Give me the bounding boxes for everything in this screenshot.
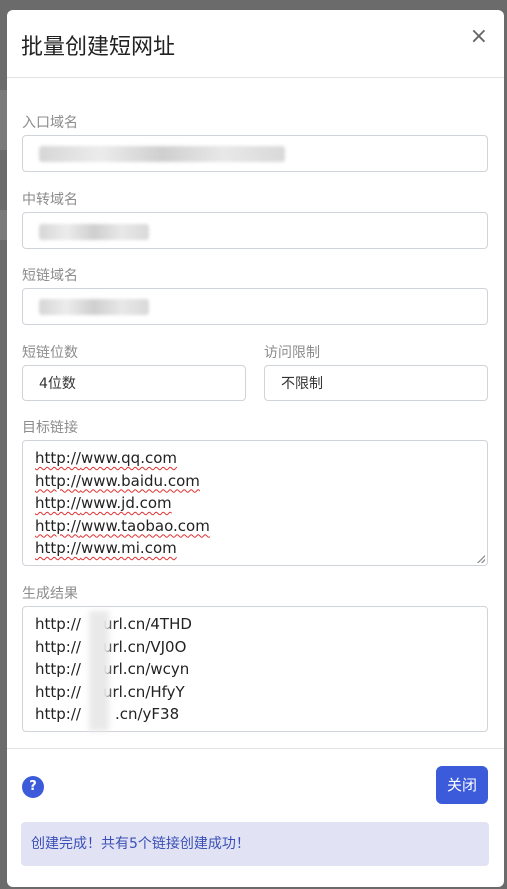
target-links-textarea[interactable]: http://www.qq.com http://www.baidu.com h… bbox=[22, 440, 488, 566]
access-limit-input[interactable]: 不限制 bbox=[264, 365, 488, 401]
close-button[interactable]: 关闭 bbox=[436, 766, 488, 804]
backdrop-edge bbox=[0, 210, 7, 240]
target-link-line: http://www.qq.com bbox=[35, 449, 177, 467]
entry-domain-input[interactable] bbox=[22, 135, 488, 172]
target-link-line: http://www.taobao.com bbox=[35, 516, 210, 535]
relay-domain-label: 中转域名 bbox=[22, 192, 78, 208]
redaction-mask bbox=[89, 611, 109, 731]
resize-handle-icon[interactable] bbox=[477, 555, 485, 563]
result-textarea[interactable]: http://url.cn/4THD http://url.cn/VJ0O ht… bbox=[22, 606, 488, 732]
result-label: 生成结果 bbox=[22, 586, 78, 602]
close-icon[interactable]: × bbox=[470, 26, 488, 48]
redacted-value bbox=[39, 146, 285, 162]
target-links-label: 目标链接 bbox=[22, 420, 78, 436]
target-link-line: http://www.mi.com bbox=[35, 539, 177, 557]
target-link-line: http://www.jd.com bbox=[35, 494, 172, 512]
short-length-input[interactable]: 4位数 bbox=[22, 365, 246, 401]
short-domain-input[interactable] bbox=[22, 288, 488, 325]
batch-create-modal: 批量创建短网址 × 入口域名 中转域名 短链域名 短链位数 4位数 访问限制 不… bbox=[7, 10, 504, 887]
short-domain-label: 短链域名 bbox=[22, 268, 78, 284]
short-length-label: 短链位数 bbox=[22, 345, 78, 361]
help-icon[interactable]: ? bbox=[22, 776, 44, 798]
modal-header: 批量创建短网址 × bbox=[7, 10, 504, 78]
success-alert: 创建完成！共有5个链接创建成功！ bbox=[21, 822, 489, 866]
target-link-line: http://www.baidu.com bbox=[35, 471, 200, 490]
entry-domain-label: 入口域名 bbox=[22, 115, 78, 131]
access-limit-label: 访问限制 bbox=[264, 345, 320, 361]
redacted-value bbox=[39, 299, 149, 315]
modal-title: 批量创建短网址 bbox=[21, 35, 176, 60]
relay-domain-input[interactable] bbox=[22, 212, 488, 249]
backdrop-edge bbox=[0, 90, 7, 150]
footer-divider bbox=[7, 748, 504, 749]
redacted-value bbox=[39, 224, 149, 240]
